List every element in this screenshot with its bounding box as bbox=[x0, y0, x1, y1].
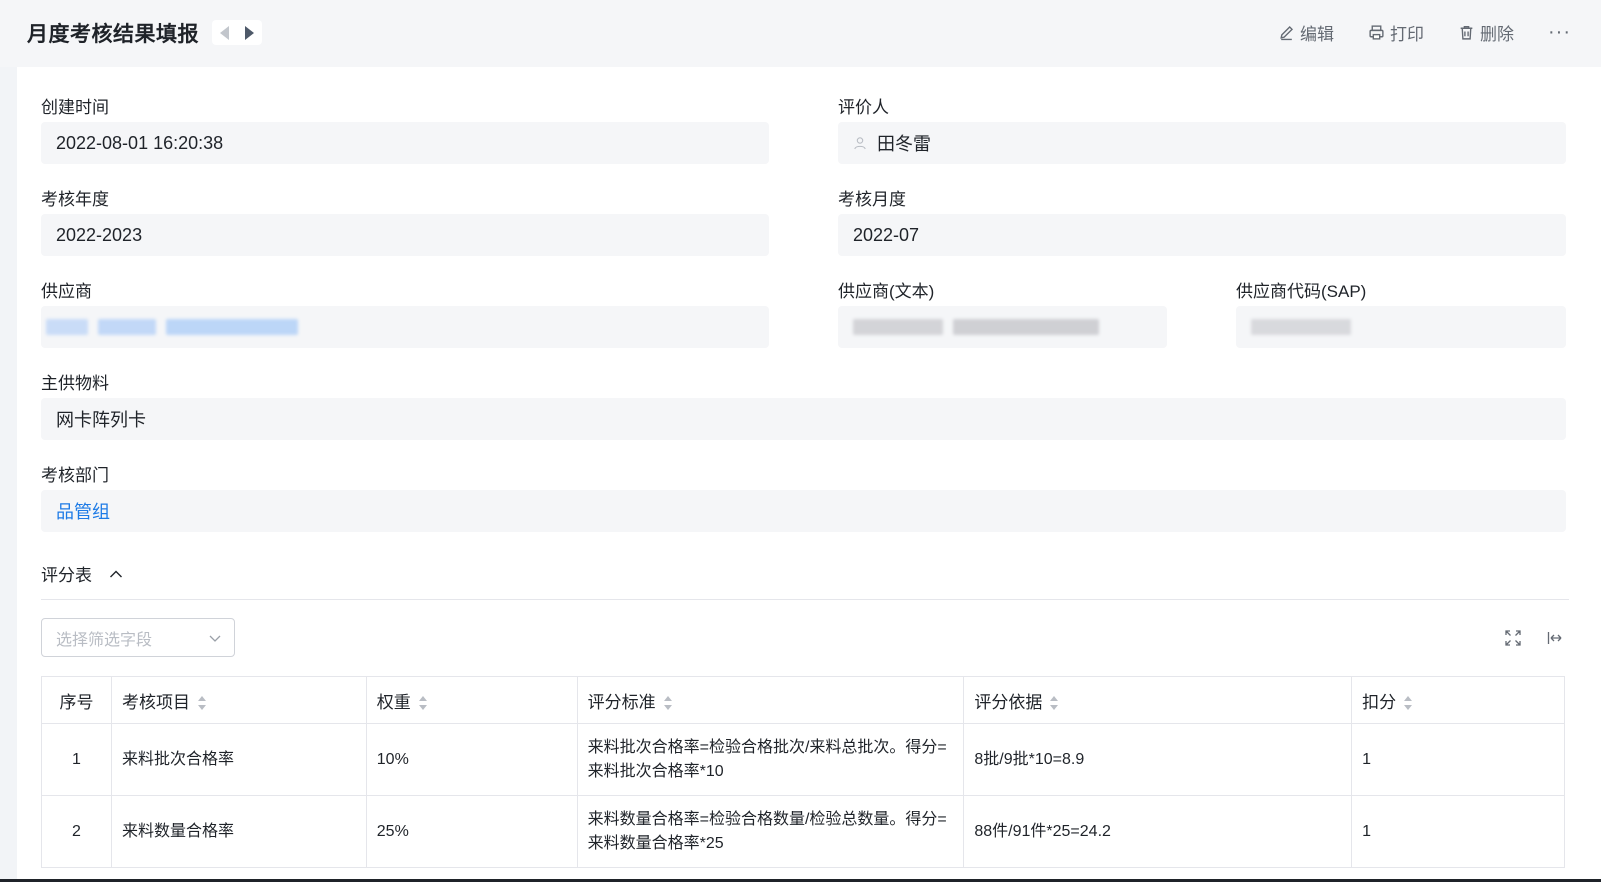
delete-label: 删除 bbox=[1480, 24, 1515, 44]
department-link[interactable]: 品管组 bbox=[56, 498, 110, 524]
supplier-label: 供应商 bbox=[41, 282, 92, 301]
redacted-block bbox=[853, 319, 943, 335]
month-value: 2022-07 bbox=[853, 224, 920, 245]
cell-deduction: 1 bbox=[1351, 795, 1565, 868]
table-row[interactable]: 2 来料数量合格率 25% 来料数量合格率=检验合格数量/检验总数量。得分=来料… bbox=[41, 795, 1565, 868]
cell-item: 来料数量合格率 bbox=[111, 795, 367, 868]
material-value: 网卡阵列卡 bbox=[56, 410, 146, 430]
created-time-label: 创建时间 bbox=[41, 98, 109, 117]
month-field: 2022-07 bbox=[838, 214, 1566, 256]
cell-weight: 25% bbox=[366, 795, 578, 868]
supplier-field bbox=[41, 306, 769, 348]
section-divider bbox=[41, 599, 1569, 600]
detail-panel: 创建时间 2022-08-01 16:20:38 评价人 田冬雷 考核年度 20… bbox=[17, 67, 1601, 882]
column-header-item[interactable]: 考核项目 bbox=[111, 676, 367, 724]
cell-weight: 10% bbox=[366, 723, 578, 796]
month-label: 考核月度 bbox=[838, 190, 906, 209]
redacted-block bbox=[46, 319, 88, 335]
sort-icon[interactable] bbox=[1404, 696, 1413, 711]
table-header-row: 序号 考核项目 权重 评分标准 评分依据 扣分 bbox=[41, 676, 1565, 724]
more-icon[interactable]: ··· bbox=[1548, 21, 1571, 44]
delete-button[interactable]: 删除 bbox=[1458, 20, 1514, 45]
evaluator-label: 评价人 bbox=[838, 98, 889, 117]
column-header-weight[interactable]: 权重 bbox=[366, 676, 578, 724]
chevron-down-icon bbox=[209, 635, 221, 642]
cell-index: 2 bbox=[41, 795, 112, 868]
record-navigator bbox=[212, 20, 262, 45]
column-header-basis[interactable]: 评分依据 bbox=[963, 676, 1353, 724]
column-header-index: 序号 bbox=[41, 676, 112, 724]
created-time-value: 2022-08-01 16:20:38 bbox=[56, 132, 224, 153]
supplier-code-field bbox=[1236, 306, 1566, 348]
print-label: 打印 bbox=[1390, 24, 1425, 44]
next-record-icon[interactable] bbox=[245, 25, 254, 40]
page-title: 月度考核结果填报 bbox=[27, 23, 199, 46]
filter-field-select[interactable]: 选择筛选字段 bbox=[41, 618, 235, 657]
cell-criteria: 来料批次合格率=检验合格批次/来料总批次。得分=来料批次合格率*10 bbox=[577, 723, 965, 796]
fit-width-icon[interactable] bbox=[1547, 629, 1565, 647]
column-header-criteria[interactable]: 评分标准 bbox=[577, 676, 965, 724]
material-label: 主供物料 bbox=[41, 374, 109, 393]
printer-icon bbox=[1369, 24, 1384, 40]
year-label: 考核年度 bbox=[41, 190, 109, 209]
year-field: 2022-2023 bbox=[41, 214, 769, 256]
evaluator-field: 田冬雷 bbox=[838, 122, 1566, 164]
sort-icon[interactable] bbox=[418, 696, 427, 711]
redacted-block bbox=[98, 319, 156, 335]
supplier-text-label: 供应商(文本) bbox=[838, 282, 935, 301]
edit-button[interactable]: 编辑 bbox=[1278, 20, 1334, 45]
score-table: 序号 考核项目 权重 评分标准 评分依据 扣分 1 来料批次合格率 10% 来料… bbox=[41, 676, 1565, 868]
created-time-field: 2022-08-01 16:20:38 bbox=[41, 122, 769, 164]
previous-record-icon[interactable] bbox=[220, 25, 229, 40]
supplier-code-label: 供应商代码(SAP) bbox=[1236, 282, 1367, 301]
fullscreen-icon[interactable] bbox=[1504, 629, 1522, 647]
column-header-deduction[interactable]: 扣分 bbox=[1351, 676, 1565, 724]
cell-index: 1 bbox=[41, 723, 112, 796]
table-row[interactable]: 1 来料批次合格率 10% 来料批次合格率=检验合格批次/来料总批次。得分=来料… bbox=[41, 723, 1565, 796]
user-icon bbox=[854, 137, 866, 150]
score-section-header: 评分表 bbox=[41, 561, 124, 586]
score-section-title: 评分表 bbox=[41, 566, 92, 585]
filter-placeholder: 选择筛选字段 bbox=[56, 631, 153, 649]
material-field: 网卡阵列卡 bbox=[41, 398, 1566, 440]
header-bar: 月度考核结果填报 编辑 打印 删除 ··· bbox=[0, 0, 1601, 67]
cell-basis: 88件/91件*25=24.2 bbox=[963, 795, 1353, 868]
redacted-block bbox=[953, 319, 1099, 335]
sort-icon[interactable] bbox=[197, 696, 206, 711]
print-button[interactable]: 打印 bbox=[1368, 20, 1424, 45]
redacted-block bbox=[1251, 319, 1351, 335]
chevron-up-icon[interactable] bbox=[108, 566, 124, 582]
evaluator-value: 田冬雷 bbox=[877, 134, 931, 154]
cell-item: 来料批次合格率 bbox=[111, 723, 367, 796]
trash-icon bbox=[1460, 25, 1473, 40]
year-value: 2022-2023 bbox=[56, 224, 143, 245]
supplier-text-field bbox=[838, 306, 1167, 348]
department-label: 考核部门 bbox=[41, 466, 109, 485]
redacted-block bbox=[166, 319, 298, 335]
cell-criteria: 来料数量合格率=检验合格数量/检验总数量。得分=来料数量合格率*25 bbox=[577, 795, 965, 868]
cell-deduction: 1 bbox=[1351, 723, 1565, 796]
edit-label: 编辑 bbox=[1300, 24, 1335, 44]
department-field: 品管组 bbox=[41, 490, 1566, 532]
header-actions: 编辑 打印 删除 ··· bbox=[1278, 20, 1571, 44]
pencil-icon bbox=[1280, 25, 1294, 40]
sort-icon[interactable] bbox=[663, 696, 672, 711]
cell-basis: 8批/9批*10=8.9 bbox=[963, 723, 1353, 796]
sort-icon[interactable] bbox=[1050, 696, 1059, 711]
